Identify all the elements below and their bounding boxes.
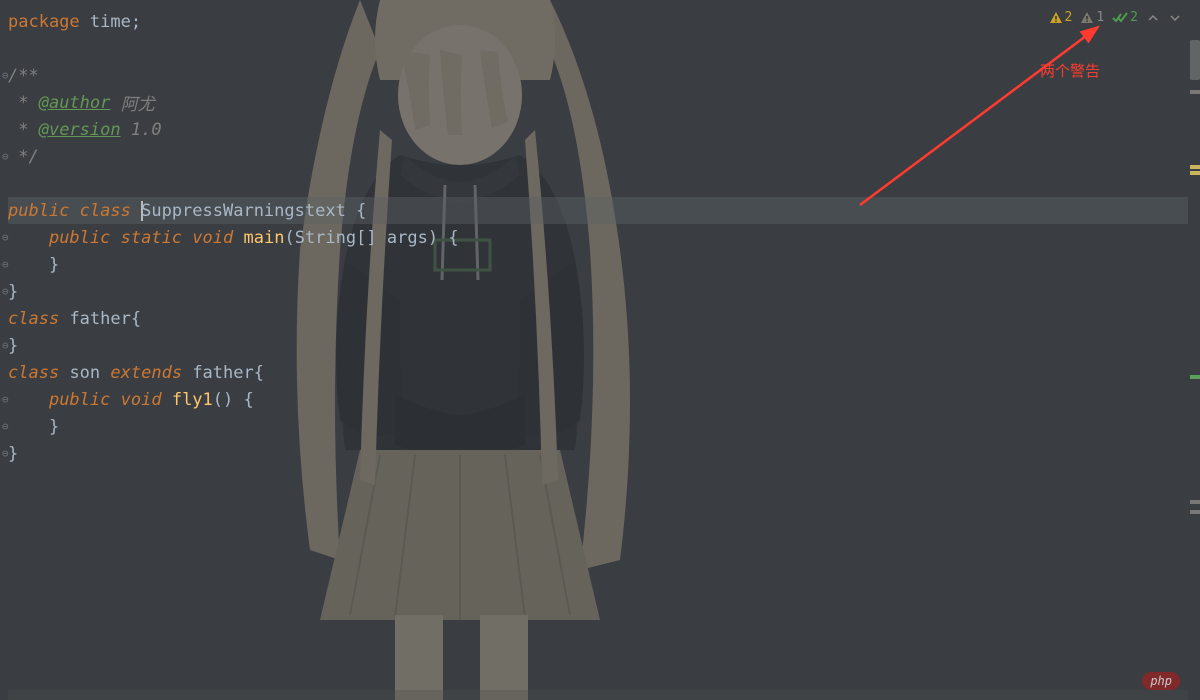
inspections-bar: 2 1 2 bbox=[1049, 10, 1182, 25]
prev-highlight-button[interactable] bbox=[1146, 11, 1160, 25]
vertical-scrollbar[interactable] bbox=[1190, 0, 1200, 700]
code-line[interactable] bbox=[8, 170, 1200, 197]
weak-warning-count: 1 bbox=[1096, 10, 1104, 25]
fold-icon[interactable]: ⊖ bbox=[2, 393, 16, 406]
watermark-text: php bbox=[1142, 672, 1180, 690]
code-line[interactable]: ⊖ */ bbox=[8, 143, 1200, 170]
fold-icon[interactable]: ⊖ bbox=[2, 285, 16, 298]
code-line[interactable]: ⊖ } bbox=[8, 251, 1200, 278]
fold-icon[interactable]: ⊖ bbox=[2, 339, 16, 352]
warning-indicator[interactable]: 2 bbox=[1049, 10, 1073, 25]
code-line[interactable]: ⊖} bbox=[8, 332, 1200, 359]
scroll-thumb[interactable] bbox=[1190, 40, 1200, 80]
fold-icon[interactable]: ⊖ bbox=[2, 231, 16, 244]
code-line[interactable] bbox=[8, 35, 1200, 62]
chevron-up-icon bbox=[1148, 13, 1158, 23]
code-line[interactable]: ⊖ public static void main(String[] args)… bbox=[8, 224, 1200, 251]
annotation-text: 两个警告 bbox=[1040, 60, 1100, 81]
code-line[interactable]: class father{ bbox=[8, 305, 1200, 332]
code-line[interactable]: ⊖ } bbox=[8, 413, 1200, 440]
horizontal-scrollbar[interactable] bbox=[8, 690, 1188, 700]
double-check-icon bbox=[1112, 11, 1128, 25]
code-line[interactable]: ⊖ public void fly1() { bbox=[8, 386, 1200, 413]
watermark: php bbox=[1142, 670, 1180, 690]
code-line[interactable]: ⊖} bbox=[8, 440, 1200, 467]
fold-icon[interactable]: ⊖ bbox=[2, 69, 16, 82]
chevron-down-icon bbox=[1170, 13, 1180, 23]
code-line[interactable]: ⊖/** bbox=[8, 62, 1200, 89]
editor[interactable]: package time; ⊖/** * @author 阿尤 * @versi… bbox=[8, 0, 1200, 467]
fold-icon[interactable]: ⊖ bbox=[2, 258, 16, 271]
code-line[interactable]: * @author 阿尤 bbox=[8, 89, 1200, 116]
fold-icon[interactable]: ⊖ bbox=[2, 150, 16, 163]
ok-count: 2 bbox=[1130, 10, 1138, 25]
next-highlight-button[interactable] bbox=[1168, 11, 1182, 25]
fold-icon[interactable]: ⊖ bbox=[2, 420, 16, 433]
code-line[interactable]: ⊖} bbox=[8, 278, 1200, 305]
code-line[interactable]: class son extends father{ bbox=[8, 359, 1200, 386]
fold-icon[interactable]: ⊖ bbox=[2, 447, 16, 460]
warning-count: 2 bbox=[1065, 10, 1073, 25]
code-line[interactable]: package time; bbox=[8, 8, 1200, 35]
weak-warning-indicator[interactable]: 1 bbox=[1080, 10, 1104, 25]
code-line[interactable]: public class SuppressWarningstext { bbox=[8, 197, 1200, 224]
warning-icon bbox=[1049, 11, 1063, 25]
weak-warning-icon bbox=[1080, 11, 1094, 25]
ok-indicator[interactable]: 2 bbox=[1112, 10, 1138, 25]
code-line[interactable]: * @version 1.0 bbox=[8, 116, 1200, 143]
